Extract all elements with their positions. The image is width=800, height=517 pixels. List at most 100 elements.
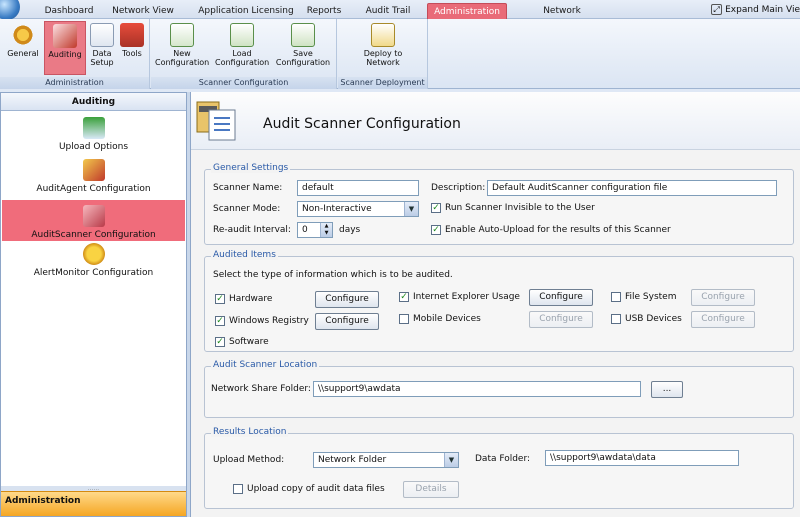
tab-network-discovery[interactable]: Network Discovery (522, 3, 602, 32)
nav-auditagent-configuration-label: AuditAgent Configuration (36, 184, 151, 194)
tab-audit-trail[interactable]: Audit Trail (364, 3, 412, 19)
mobile-devices-checkbox[interactable] (399, 314, 409, 324)
mobile-devices-configure-button[interactable]: Configure (529, 311, 593, 328)
ribbon-data-setup-button[interactable]: Data Setup (88, 21, 116, 75)
ribbon-group-label: Administration (0, 77, 149, 89)
ribbon-general-button[interactable]: General (4, 21, 42, 75)
scanner-name-input[interactable]: default (297, 180, 419, 196)
tab-application-licensing[interactable]: Application Licensing (196, 3, 296, 19)
internet-explorer-configure-button[interactable]: Configure (529, 289, 593, 306)
tab-dashboard[interactable]: Dashboard (40, 3, 98, 19)
tab-network-view[interactable]: Network View (112, 3, 174, 19)
windows-registry-label: Windows Registry (229, 316, 309, 326)
auto-upload-checkbox[interactable]: ✓ (431, 225, 441, 235)
usb-devices-checkbox[interactable] (611, 314, 621, 324)
general-settings-group: General Settings Scanner Name: default D… (204, 163, 794, 245)
upload-copy-checkbox[interactable] (233, 484, 243, 494)
results-location-legend: Results Location (211, 427, 289, 437)
hardware-configure-button[interactable]: Configure (315, 291, 379, 308)
nav-alertmonitor-configuration[interactable]: AlertMonitor Configuration (2, 243, 185, 283)
upload-copy-label: Upload copy of audit data files (247, 484, 385, 494)
nav-section-administration[interactable]: Administration (1, 491, 186, 516)
ribbon-group-administration: General Auditing Data Setup Tools Admini… (0, 19, 150, 89)
nav-upload-options-label: Upload Options (58, 142, 129, 152)
hardware-checkbox[interactable]: ✓ (215, 294, 225, 304)
ribbon-tools-button[interactable]: Tools (118, 21, 146, 75)
expand-label: Expand Main Vie (725, 5, 800, 15)
save-configuration-button[interactable]: Save Configuration (275, 21, 331, 75)
network-share-folder-input[interactable]: \\support9\awdata (313, 381, 641, 397)
data-folder-label: Data Folder: (475, 454, 531, 464)
auditing-icon (53, 24, 77, 48)
load-configuration-button[interactable]: Load Configuration (215, 21, 269, 75)
nav-auditscanner-configuration-label: AuditScanner Configuration (31, 230, 156, 240)
gear-icon (11, 23, 35, 47)
save-icon (291, 23, 315, 47)
main-header: Audit Scanner Configuration (191, 92, 800, 150)
description-label: Description: (431, 183, 486, 193)
spinner-arrows-icon[interactable]: ▲ ▼ (320, 223, 332, 237)
hardware-label: Hardware (229, 294, 273, 304)
ribbon-auditing-button[interactable]: Auditing (44, 21, 86, 75)
clipboard-icon (90, 23, 114, 47)
audit-scanner-icon (196, 101, 236, 141)
scanner-mode-label: Scanner Mode: (213, 204, 281, 214)
network-share-folder-label: Network Share Folder: (211, 384, 311, 394)
load-configuration-label: Load Configuration (215, 49, 270, 67)
internet-explorer-usage-checkbox[interactable]: ✓ (399, 292, 409, 302)
new-document-icon (170, 23, 194, 47)
file-system-checkbox[interactable] (611, 292, 621, 302)
data-folder-input[interactable]: \\support9\awdata\data (545, 450, 739, 466)
description-input[interactable]: Default AuditScanner configuration file (487, 180, 777, 196)
details-button[interactable]: Details (403, 481, 459, 498)
upload-method-label: Upload Method: (213, 455, 285, 465)
usb-devices-configure-button[interactable]: Configure (691, 311, 755, 328)
browse-folder-button[interactable]: ... (651, 381, 683, 398)
audit-scanner-location-group: Audit Scanner Location Network Share Fol… (204, 360, 794, 418)
run-invisible-checkbox[interactable]: ✓ (431, 203, 441, 213)
nav-alertmonitor-configuration-label: AlertMonitor Configuration (33, 268, 154, 278)
expand-icon: ⤢ (711, 4, 723, 15)
general-settings-legend: General Settings (211, 163, 291, 173)
bell-icon (82, 243, 105, 265)
scanner-mode-select[interactable]: Non-Interactive ▼ (297, 201, 419, 217)
tab-reports[interactable]: Reports (304, 3, 344, 19)
ribbon-group-scanner-deployment: Deploy to Network Scanner Deployment (338, 19, 428, 89)
nav-upload-options[interactable]: Upload Options (2, 117, 185, 157)
ribbon-group-scanner-configuration: New Configuration Load Configuration Sav… (151, 19, 337, 89)
new-configuration-button[interactable]: New Configuration (155, 21, 209, 75)
main-tab-bar: Dashboard Network View Application Licen… (0, 0, 800, 32)
scanner-mode-value: Non-Interactive (302, 204, 372, 214)
usb-devices-label: USB Devices (625, 314, 682, 324)
expand-main-view-button[interactable]: ⤢ Expand Main Vie (709, 3, 800, 17)
chevron-down-icon: ▼ (444, 453, 458, 467)
left-navigation-panel: Auditing Upload Options AuditAgent Confi… (0, 92, 187, 517)
reaudit-interval-value: 0 (302, 225, 308, 235)
nav-auditscanner-configuration[interactable]: AuditScanner Configuration (2, 200, 185, 241)
save-configuration-label: Save Configuration (275, 49, 331, 67)
deploy-to-network-button[interactable]: Deploy to Network (354, 21, 412, 75)
reaudit-interval-stepper[interactable]: 0 ▲ ▼ (297, 222, 333, 238)
main-content-panel: Audit Scanner Configuration General Sett… (190, 92, 800, 517)
auditscanner-icon (82, 205, 105, 227)
nav-auditagent-configuration[interactable]: AuditAgent Configuration (2, 159, 185, 199)
upload-method-select[interactable]: Network Folder ▼ (313, 452, 459, 468)
tab-administration[interactable]: Administration (427, 3, 507, 19)
load-icon (230, 23, 254, 47)
page-title: Audit Scanner Configuration (263, 116, 461, 132)
internet-explorer-usage-label: Internet Explorer Usage (413, 292, 520, 302)
software-label: Software (229, 337, 269, 347)
ribbon: General Auditing Data Setup Tools Admini… (0, 19, 800, 89)
audited-items-legend: Audited Items (211, 250, 278, 260)
windows-registry-checkbox[interactable]: ✓ (215, 316, 225, 326)
file-system-configure-button[interactable]: Configure (691, 289, 755, 306)
audit-scanner-location-legend: Audit Scanner Location (211, 360, 320, 370)
toolbox-icon (120, 23, 144, 47)
auto-upload-label: Enable Auto-Upload for the results of th… (445, 225, 671, 235)
software-checkbox[interactable]: ✓ (215, 337, 225, 347)
auditagent-icon (82, 159, 105, 181)
reaudit-unit-label: days (339, 225, 361, 235)
chevron-down-icon: ▼ (404, 202, 418, 216)
windows-registry-configure-button[interactable]: Configure (315, 313, 379, 330)
scanner-name-label: Scanner Name: (213, 183, 283, 193)
